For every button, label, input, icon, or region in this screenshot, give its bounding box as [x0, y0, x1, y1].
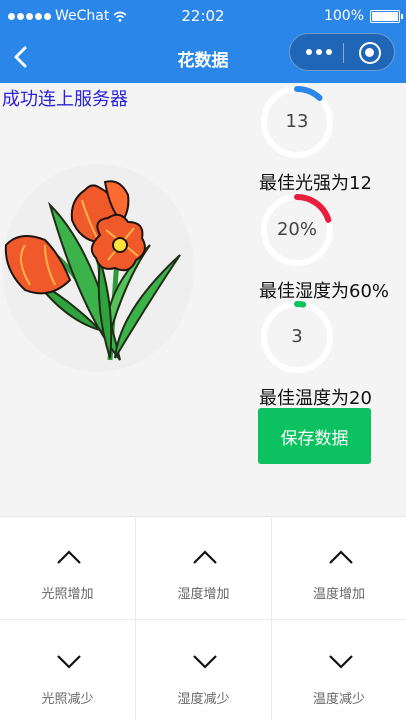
- humidity-gauge: 20%: [259, 192, 335, 268]
- chevron-down-icon: [329, 655, 353, 669]
- humidity-decrease-label: 湿度减少: [177, 692, 230, 707]
- battery-percent: 100%: [323, 8, 364, 24]
- chevron-up-icon: [57, 550, 81, 564]
- control-grid: 光照增加 湿度增加 温度增加 光照减少 湿度减少 温度减少: [0, 516, 406, 721]
- light-decrease-button[interactable]: 光照减少: [0, 620, 136, 721]
- save-data-button[interactable]: 保存数据: [258, 408, 371, 464]
- status-bar: WeChat 22:02 100%: [0, 0, 406, 32]
- navigation-bar: 花数据: [0, 32, 406, 83]
- more-dots-icon[interactable]: [306, 49, 332, 55]
- temperature-value: 3: [291, 326, 303, 347]
- chevron-up-icon: [329, 550, 353, 564]
- flower-image: [2, 164, 194, 372]
- battery-icon: [370, 9, 403, 23]
- connection-status: 成功连上服务器: [2, 89, 128, 110]
- humidity-decrease-button[interactable]: 湿度减少: [136, 620, 272, 721]
- temperature-increase-label: 温度增加: [312, 587, 365, 602]
- humidity-increase-button[interactable]: 湿度增加: [136, 517, 272, 620]
- best-temperature-label: 最佳温度为20: [259, 388, 372, 409]
- light-increase-button[interactable]: 光照增加: [0, 517, 136, 620]
- temperature-gauge: 3: [259, 299, 335, 375]
- temperature-increase-button[interactable]: 温度增加: [272, 517, 406, 620]
- temperature-decrease-label: 温度减少: [312, 692, 365, 707]
- temperature-decrease-button[interactable]: 温度减少: [272, 620, 406, 721]
- status-right: 100%: [323, 8, 403, 24]
- light-value: 13: [285, 111, 309, 132]
- capsule-menu: [289, 33, 395, 71]
- app-header: WeChat 22:02 100% 花数据: [0, 0, 406, 83]
- humidity-increase-label: 湿度增加: [177, 587, 230, 602]
- light-decrease-label: 光照减少: [41, 692, 94, 707]
- capsule-divider: [343, 43, 344, 63]
- close-target-icon[interactable]: [359, 42, 381, 64]
- chevron-down-icon: [193, 655, 217, 669]
- light-increase-label: 光照增加: [41, 587, 94, 602]
- chevron-down-icon: [57, 655, 81, 669]
- chevron-up-icon: [193, 550, 217, 564]
- humidity-value: 20%: [276, 219, 317, 240]
- light-gauge: 13: [259, 84, 335, 160]
